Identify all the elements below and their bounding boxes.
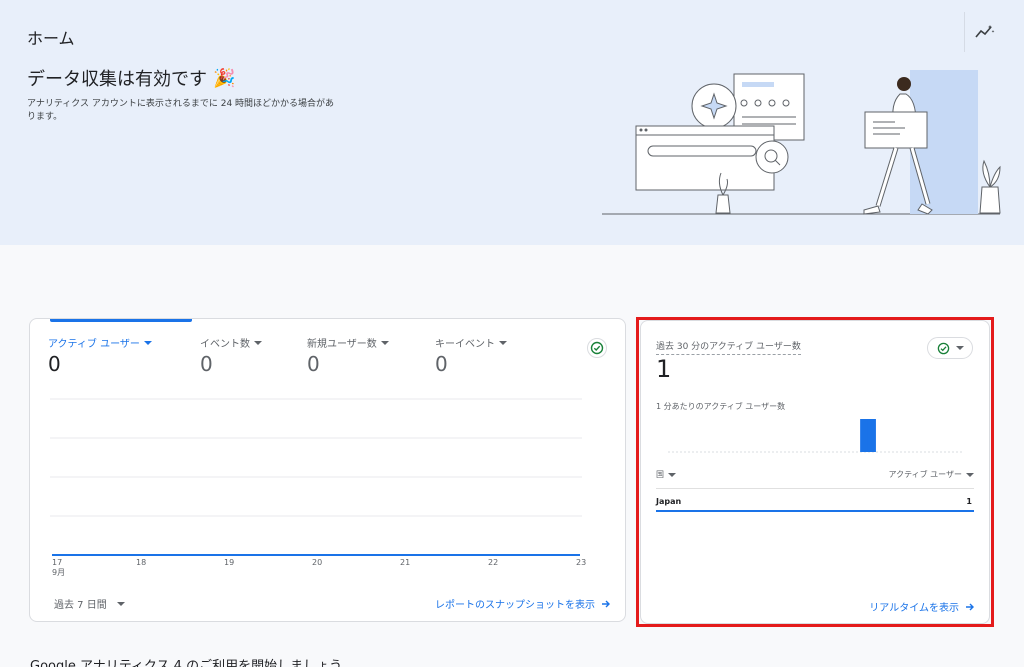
status-headline: データ収集は有効です 🎉 xyxy=(27,65,235,91)
check-circle-icon[interactable] xyxy=(587,338,607,358)
hero-banner: ホーム データ収集は有効です 🎉 アナリティクス アカウントに表示されるまでに … xyxy=(0,0,1024,245)
table-divider xyxy=(656,488,974,489)
dropdown-caret-icon xyxy=(955,346,964,350)
active-tab-indicator xyxy=(50,319,192,322)
dropdown-caret-icon xyxy=(668,472,676,477)
arrow-right-icon xyxy=(966,603,974,610)
metric-value: 0 xyxy=(435,352,448,376)
date-range-selector[interactable]: 過去 7 日間 xyxy=(54,596,125,611)
minute-bar xyxy=(860,419,869,452)
insights-button[interactable] xyxy=(964,12,1004,52)
getting-started-heading: Google アナリティクス 4 のご利用を開始しましょう xyxy=(30,659,343,667)
check-circle-icon xyxy=(937,342,949,354)
date-range-label: 過去 7 日間 xyxy=(54,600,107,611)
minute-bar xyxy=(867,419,876,452)
x-tick-label: 18 xyxy=(136,558,147,567)
realtime-card: 過去 30 分のアクティブ ユーザー数 1 1 分あたりのアクティブ ユーザー数… xyxy=(640,320,990,624)
column-users-label: アクティブ ユーザー xyxy=(888,470,962,479)
page-title: ホーム xyxy=(27,29,75,48)
metric-key-events[interactable]: キーイベント 0 xyxy=(435,335,507,376)
country-cell: Japan xyxy=(656,496,682,506)
metric-event-count[interactable]: イベント数 0 xyxy=(200,335,262,376)
x-axis-month-label: 9月 xyxy=(52,568,66,577)
auto-graph-icon xyxy=(974,25,994,38)
party-icon: 🎉 xyxy=(213,67,236,89)
status-dropdown[interactable] xyxy=(927,337,973,359)
dropdown-caret-icon xyxy=(380,340,389,345)
per-minute-bar-chart xyxy=(668,419,964,453)
column-active-users[interactable]: アクティブ ユーザー xyxy=(888,469,974,480)
x-tick-label: 17 xyxy=(52,558,63,567)
hero-illustration xyxy=(602,70,1001,215)
metric-new-users[interactable]: 新規ユーザー数 0 xyxy=(307,335,389,376)
realtime-title[interactable]: 過去 30 分のアクティブ ユーザー数 xyxy=(656,339,801,355)
per-minute-label: 1 分あたりのアクティブ ユーザー数 xyxy=(656,402,786,411)
view-realtime-label: リアルタイムを表示 xyxy=(869,603,959,614)
realtime-value: 1 xyxy=(656,355,672,383)
headline-text: データ収集は有効です xyxy=(27,69,207,90)
metric-value: 0 xyxy=(307,352,320,376)
x-tick-label: 21 xyxy=(400,558,411,567)
column-country[interactable]: 国 xyxy=(656,469,676,480)
metric-label: アクティブ ユーザー xyxy=(48,339,140,350)
metric-label: 新規ユーザー数 xyxy=(307,339,377,350)
status-subtext: アナリティクス アカウントに表示されるまでに 24 時間ほどかかる場合があります… xyxy=(27,99,335,122)
x-tick-label: 22 xyxy=(488,558,499,567)
column-country-label: 国 xyxy=(656,470,664,479)
dropdown-caret-icon xyxy=(966,472,974,477)
metric-value: 0 xyxy=(200,352,213,376)
check-icon xyxy=(590,341,604,355)
dropdown-caret-icon xyxy=(499,340,507,345)
metric-value: 0 xyxy=(48,352,61,376)
metric-label: キーイベント xyxy=(435,339,495,350)
table-header: 国 アクティブ ユーザー xyxy=(656,469,974,480)
overview-card: アクティブ ユーザー 0 イベント数 0 新規ユーザー数 0 キーイベント 0 … xyxy=(29,318,626,622)
dropdown-caret-icon xyxy=(143,340,152,345)
view-realtime-link[interactable]: リアルタイムを表示 xyxy=(869,599,975,614)
x-tick-label: 19 xyxy=(224,558,235,567)
dropdown-caret-icon xyxy=(254,340,262,345)
x-tick-label: 23 xyxy=(576,558,587,567)
metric-label: イベント数 xyxy=(200,339,250,350)
x-tick-label: 20 xyxy=(312,558,323,567)
arrow-right-icon xyxy=(602,600,610,607)
view-snapshot-link[interactable]: レポートのスナップショットを表示 xyxy=(435,596,611,611)
table-row[interactable]: Japan 1 xyxy=(656,492,974,512)
overview-line-chart xyxy=(50,398,582,556)
dropdown-caret-icon xyxy=(116,601,125,606)
users-cell: 1 xyxy=(966,496,972,506)
metric-active-users[interactable]: アクティブ ユーザー 0 xyxy=(48,335,152,376)
view-snapshot-label: レポートのスナップショットを表示 xyxy=(435,600,595,611)
